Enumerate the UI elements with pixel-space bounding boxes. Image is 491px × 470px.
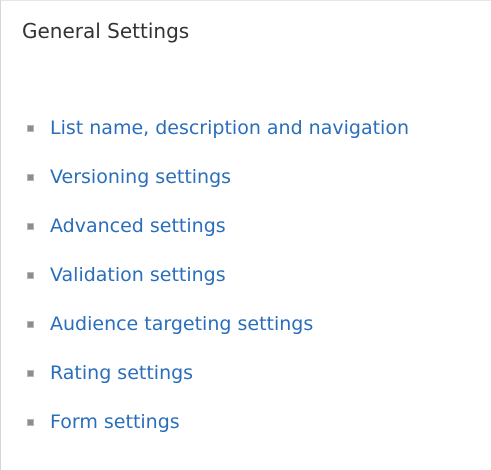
square-bullet-icon (27, 419, 34, 426)
versioning-settings-link[interactable]: Versioning settings (50, 164, 231, 190)
validation-settings-link[interactable]: Validation settings (50, 262, 226, 288)
audience-targeting-settings-link[interactable]: Audience targeting settings (50, 311, 313, 337)
square-bullet-icon (27, 321, 34, 328)
advanced-settings-link[interactable]: Advanced settings (50, 213, 226, 239)
square-bullet-icon (27, 272, 34, 279)
list-name-description-navigation-link[interactable]: List name, description and navigation (50, 115, 409, 141)
square-bullet-icon (27, 174, 34, 181)
section-heading: General Settings (22, 19, 190, 43)
square-bullet-icon (27, 125, 34, 132)
square-bullet-icon (27, 223, 34, 230)
rating-settings-link[interactable]: Rating settings (50, 360, 193, 386)
general-settings-panel: General Settings List name, description … (0, 0, 491, 470)
square-bullet-icon (27, 370, 34, 377)
form-settings-link[interactable]: Form settings (50, 409, 180, 435)
